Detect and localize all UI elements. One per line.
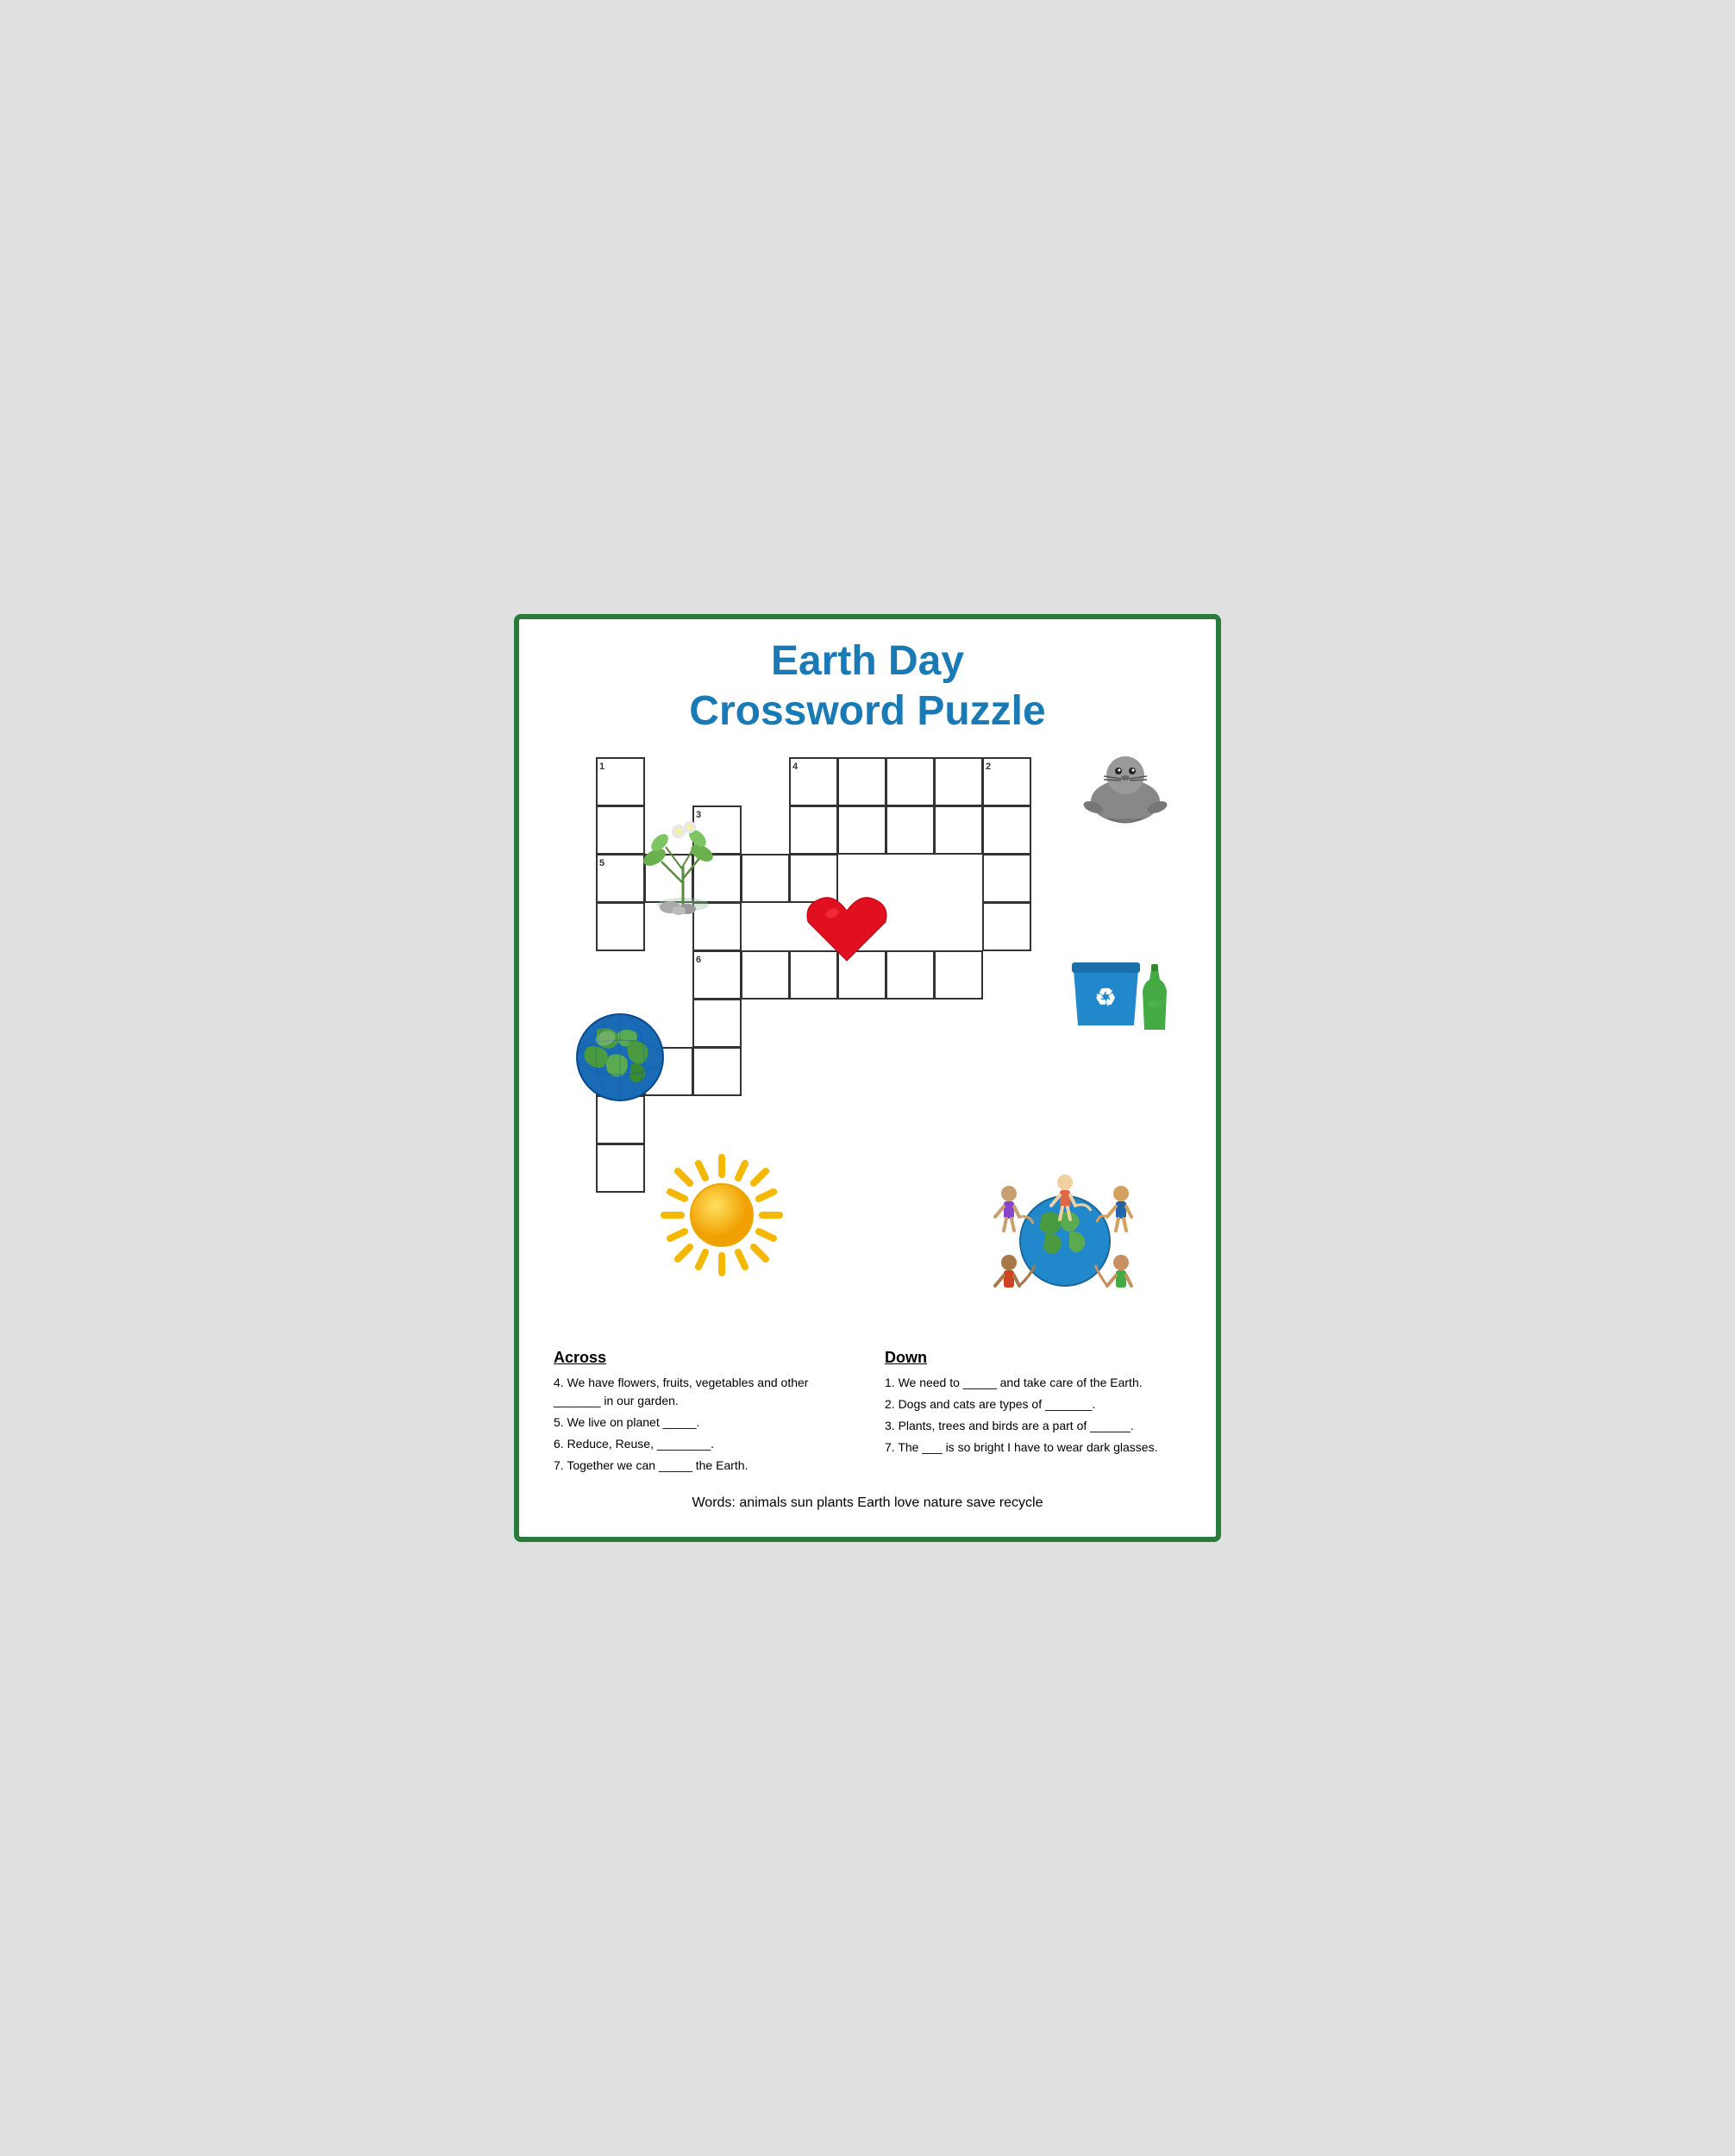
globe-decoration <box>571 1008 670 1112</box>
recycle-decoration: ♻ <box>1065 943 1181 1043</box>
across-clues: Across 4. We have flowers, fruits, veget… <box>554 1349 850 1478</box>
plant-decoration <box>631 814 735 922</box>
title-line2: Crossword Puzzle <box>545 686 1190 736</box>
page: Earth Day Crossword Puzzle 1 4 <box>514 614 1221 1541</box>
across-clue-6: 6. Reduce, Reuse, ________. <box>554 1435 850 1453</box>
title-line1: Earth Day <box>545 636 1190 686</box>
svg-text:1: 1 <box>599 761 604 772</box>
words-line: Words: animals sun plants Earth love nat… <box>545 1495 1190 1511</box>
sun-decoration <box>657 1150 786 1284</box>
svg-text:5: 5 <box>599 858 604 868</box>
down-clue-3: 3. Plants, trees and birds are a part of… <box>885 1417 1181 1435</box>
svg-text:4: 4 <box>792 761 799 772</box>
clues-section: Across 4. We have flowers, fruits, veget… <box>545 1349 1190 1478</box>
svg-text:♻: ♻ <box>1094 984 1116 1011</box>
across-clue-5: 5. We live on planet _____. <box>554 1413 850 1432</box>
people-earth-decoration <box>983 1163 1147 1306</box>
page-title: Earth Day Crossword Puzzle <box>545 636 1190 736</box>
down-clues: Down 1. We need to _____ and take care o… <box>885 1349 1181 1478</box>
across-title: Across <box>554 1349 850 1367</box>
down-clue-7: 7. The ___ is so bright I have to wear d… <box>885 1438 1181 1457</box>
down-title: Down <box>885 1349 1181 1367</box>
seal-decoration <box>1078 745 1173 836</box>
down-clue-2: 2. Dogs and cats are types of _______. <box>885 1395 1181 1413</box>
svg-text:6: 6 <box>696 955 701 965</box>
across-clue-7: 7. Together we can _____ the Earth. <box>554 1457 850 1475</box>
heart-decoration <box>799 883 894 974</box>
puzzle-area: 1 4 2 3 <box>545 745 1190 1332</box>
down-clue-1: 1. We need to _____ and take care of the… <box>885 1374 1181 1392</box>
svg-text:2: 2 <box>986 761 991 772</box>
across-clue-4: 4. We have flowers, fruits, vegetables a… <box>554 1374 850 1410</box>
